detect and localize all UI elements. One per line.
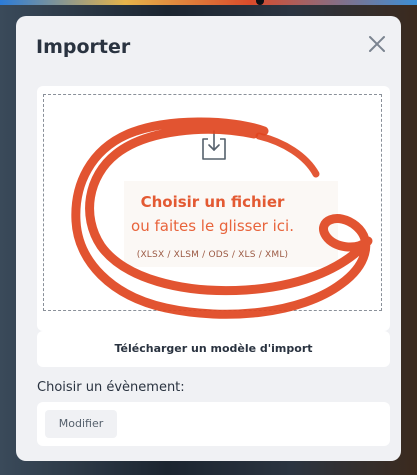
modify-button[interactable]: Modifier (45, 410, 117, 438)
event-label: Choisir un évènement: (37, 380, 185, 395)
top-accent-bar (0, 0, 417, 5)
drop-panel: Choisir un fichier ou faites le glisser … (37, 86, 390, 331)
download-tray-icon (202, 130, 226, 160)
accepted-formats-text: (XLSX / XLSM / ODS / XLS / XML) (136, 250, 289, 260)
drag-hint-text: ou faites le glisser ici. (131, 217, 294, 235)
close-icon (369, 36, 385, 52)
choose-file-link[interactable]: Choisir un fichier (44, 193, 381, 211)
file-drop-zone[interactable]: Choisir un fichier ou faites le glisser … (43, 94, 382, 311)
import-dialog: Importer Choisir un fichier ou faites le… (16, 16, 401, 461)
dialog-title: Importer (36, 36, 131, 58)
download-template-button[interactable]: Télécharger un modèle d'import (37, 331, 390, 367)
window-frame: Importer Choisir un fichier ou faites le… (0, 0, 417, 475)
event-selector: Modifier (37, 402, 390, 446)
close-button[interactable] (365, 32, 389, 56)
